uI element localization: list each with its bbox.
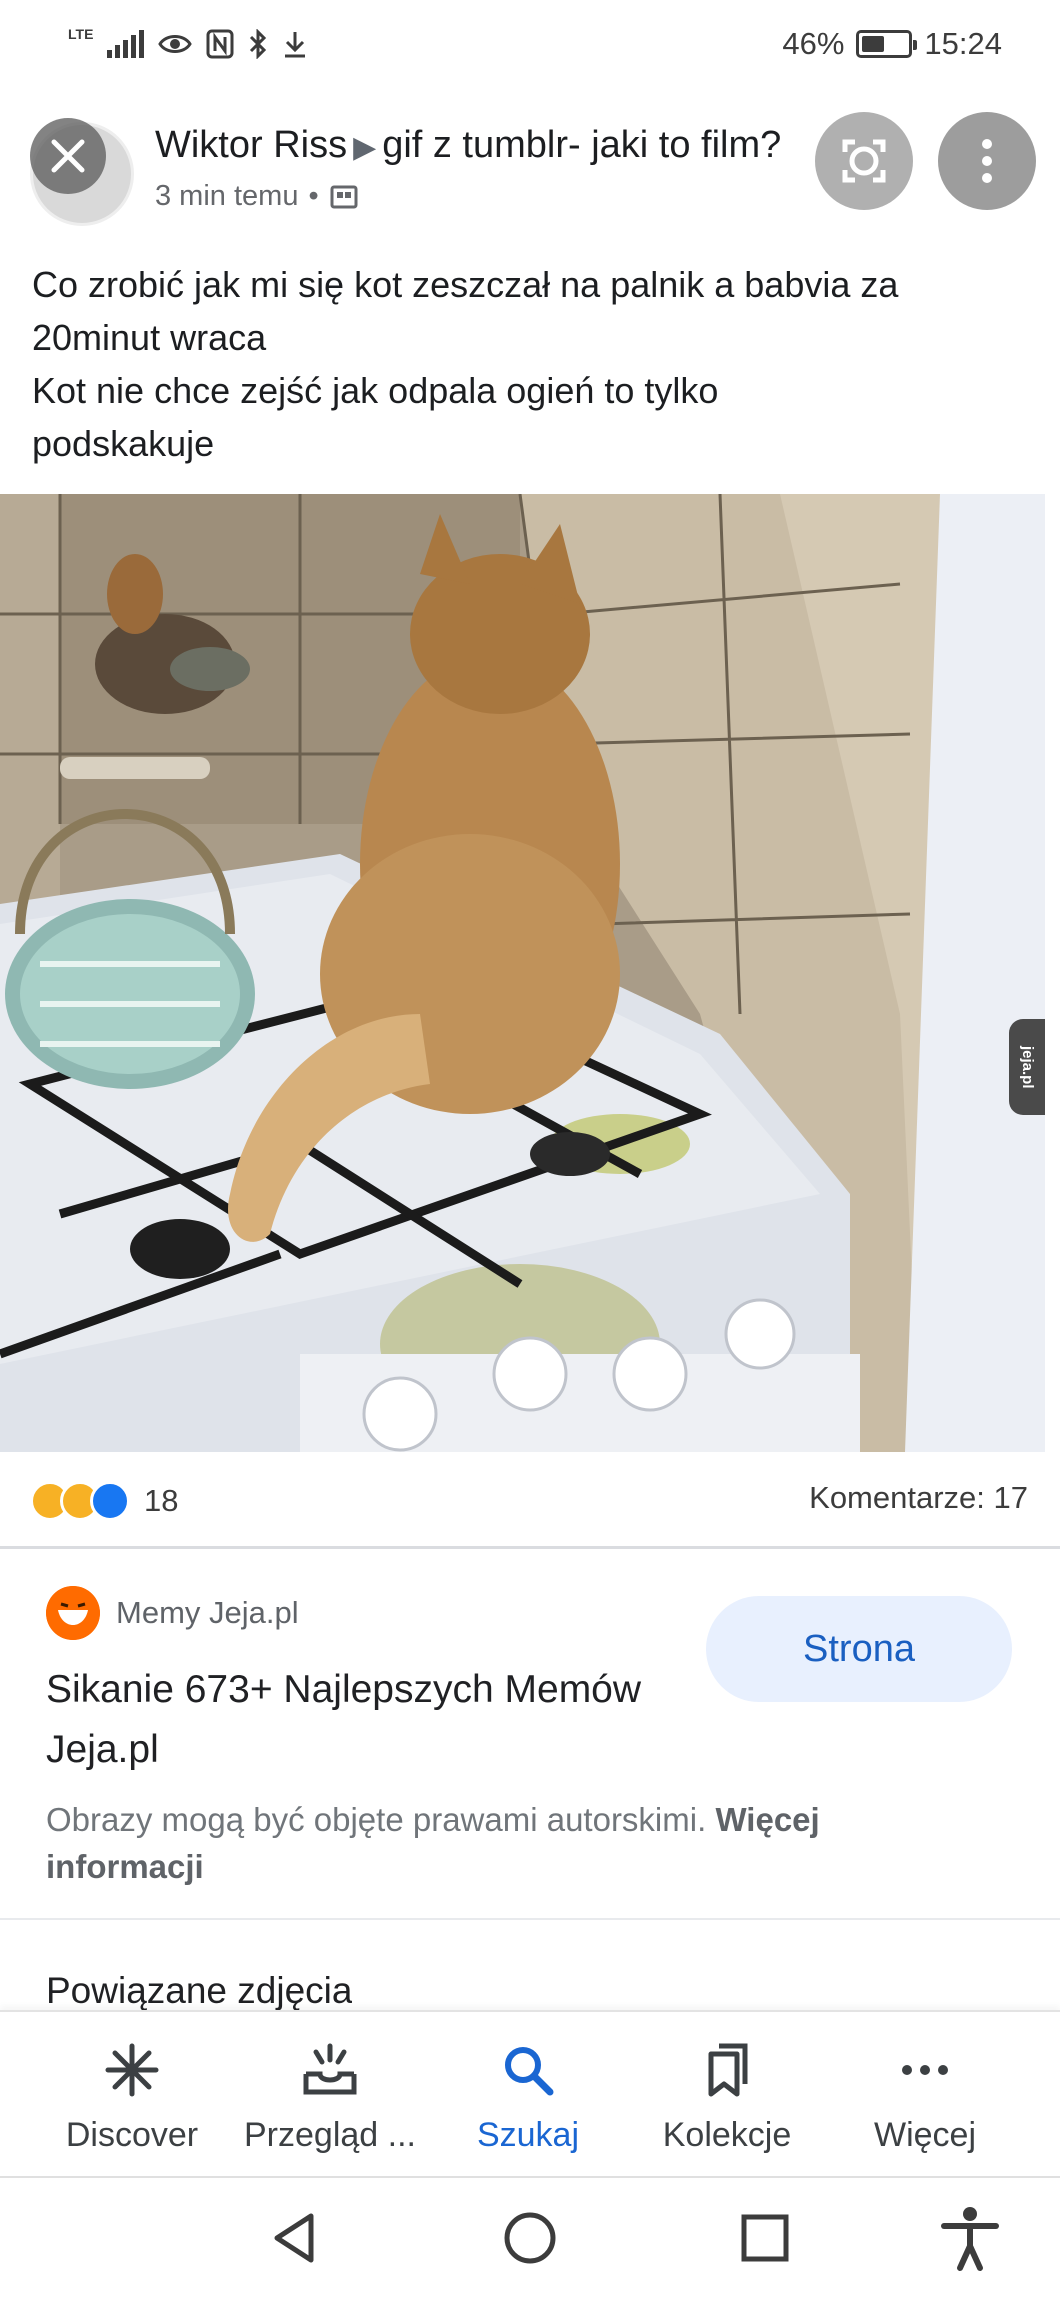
source-name[interactable]: Memy Jeja.pl xyxy=(116,1595,299,1631)
meta-separator: • xyxy=(308,180,319,212)
bluetooth-icon xyxy=(250,29,267,59)
post-text-line: podskakuje xyxy=(32,423,215,464)
nav-label: Więcej xyxy=(873,2116,977,2154)
copyright-notice: Obrazy mogą być objęte prawami autorskim… xyxy=(46,1796,946,1890)
status-right: 46% 15:24 xyxy=(782,22,1002,66)
nav-discover[interactable]: Discover xyxy=(32,2012,232,2178)
more-vertical-icon xyxy=(982,139,992,183)
network-type: LTE xyxy=(68,26,94,42)
nav-collections[interactable]: Kolekcje xyxy=(627,2012,827,2178)
group-icon xyxy=(330,185,358,208)
reactions[interactable]: 18 xyxy=(30,1476,178,1526)
nfc-icon xyxy=(206,29,234,59)
post-text-line: Kot nie chce zejść jak odpala ogień to t… xyxy=(32,370,719,411)
more-icon xyxy=(902,2065,948,2075)
visit-page-button[interactable]: Strona xyxy=(706,1596,1012,1702)
jeja-logo-icon xyxy=(46,1586,100,1640)
post-text-line: Co zrobić jak mi się kot zeszczał na pal… xyxy=(32,264,899,305)
nav-label: Przegląd ... xyxy=(244,2116,416,2154)
post-time: 3 min temu xyxy=(155,180,299,212)
arrow-right-icon: ▶ xyxy=(353,131,377,164)
status-icons: LTE xyxy=(68,22,308,66)
lens-icon xyxy=(842,139,886,183)
divider xyxy=(0,1918,1060,1920)
post-preview[interactable]: Wiktor Riss ▶ gif z tumblr- jaki to film? … xyxy=(0,88,1060,1548)
post-photo: jeja.pl xyxy=(0,494,1045,1452)
search-icon xyxy=(505,2047,554,2096)
download-icon xyxy=(285,32,306,58)
nav-label: Discover xyxy=(65,2116,199,2154)
post-meta: 3 min temu • xyxy=(155,180,359,213)
inbox-icon xyxy=(303,2043,357,2095)
back-icon[interactable] xyxy=(255,2198,335,2278)
nav-search[interactable]: Szukaj xyxy=(428,2012,628,2178)
lens-button[interactable] xyxy=(815,112,913,210)
post-text: Co zrobić jak mi się kot zeszczał na pal… xyxy=(32,258,1032,470)
nav-overview[interactable]: Przegląd ... xyxy=(230,2012,430,2178)
recents-icon[interactable] xyxy=(725,2198,805,2278)
clock: 15:24 xyxy=(924,26,1002,61)
nav-label: Szukaj xyxy=(476,2116,580,2154)
post-author: Wiktor Riss xyxy=(155,124,348,166)
copyright-text: Obrazy mogą być objęte prawami autorskim… xyxy=(46,1801,707,1838)
source-card: Memy Jeja.pl Sikanie 673+ Najlepszych Me… xyxy=(0,1550,1060,1920)
status-bar: LTE 46% 15:24 xyxy=(0,0,1060,88)
post-group: gif z tumblr- jaki to film? xyxy=(382,124,782,166)
more-options-button[interactable] xyxy=(938,112,1036,210)
home-icon[interactable] xyxy=(490,2198,570,2278)
nav-more[interactable]: Więcej xyxy=(825,2012,1025,2178)
bookmarks-icon xyxy=(708,2043,748,2097)
accessibility-icon[interactable] xyxy=(930,2198,1010,2278)
post-text-line: 20minut wraca xyxy=(32,317,267,358)
bottom-navigation: Discover Przegląd ... Szukaj Kolekcje Wi… xyxy=(0,2010,1060,2176)
related-heading: Powiązane zdjęcia xyxy=(46,1970,353,2010)
close-icon xyxy=(51,139,85,173)
watermark: jeja.pl xyxy=(1009,1019,1045,1115)
post-title: Wiktor Riss ▶ gif z tumblr- jaki to film? xyxy=(155,124,781,167)
asterisk-icon xyxy=(105,2043,159,2097)
battery-icon xyxy=(856,30,918,58)
eye-icon xyxy=(158,35,193,53)
reaction-count: 18 xyxy=(144,1483,179,1518)
like-reaction-icon xyxy=(90,1481,130,1521)
cat-on-stove-image xyxy=(0,494,1045,1452)
comments-count[interactable]: Komentarze: 17 xyxy=(809,1480,1028,1516)
nav-label: Kolekcje xyxy=(662,2116,792,2154)
battery-percent: 46% xyxy=(782,26,845,61)
source-title[interactable]: Sikanie 673+ Najlepszych Memów Jeja.pl xyxy=(46,1660,666,1780)
divider xyxy=(0,1546,1060,1549)
system-navigation xyxy=(0,2178,1060,2297)
close-button[interactable] xyxy=(30,118,106,194)
signal-icon xyxy=(107,30,145,58)
post-header: Wiktor Riss ▶ gif z tumblr- jaki to film? … xyxy=(0,88,1060,248)
